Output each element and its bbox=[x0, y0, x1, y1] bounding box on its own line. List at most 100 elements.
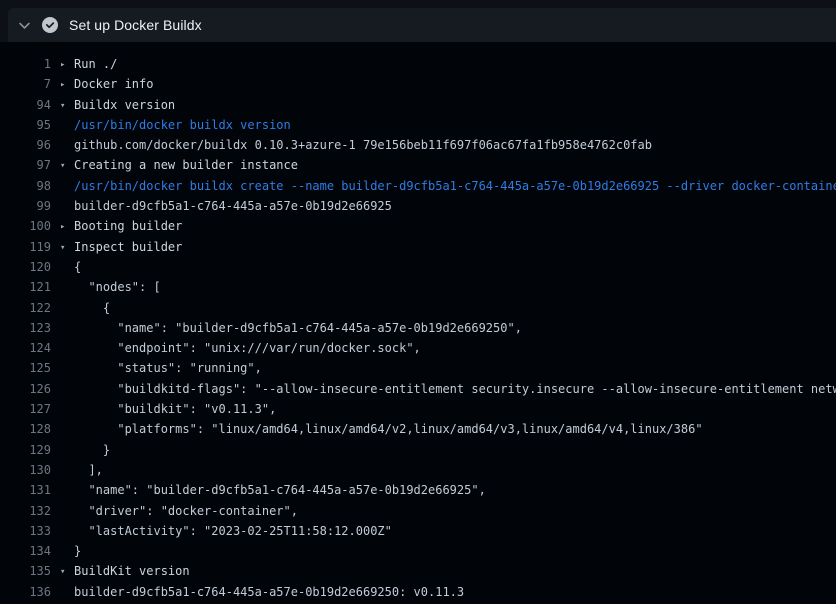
log-output-text: builder-d9cfb5a1-c764-445a-a57e-0b19d2e6… bbox=[60, 196, 392, 216]
log-line: 127 "buildkit": "v0.11.3", bbox=[0, 399, 836, 419]
log-line: 130 ], bbox=[0, 460, 836, 480]
log-line: 129 } bbox=[0, 440, 836, 460]
log-output-text: "name": "builder-d9cfb5a1-c764-445a-a57e… bbox=[60, 480, 486, 500]
step-title: Set up Docker Buildx bbox=[69, 17, 202, 33]
line-number[interactable]: 120 bbox=[0, 257, 51, 277]
log-output-text: { bbox=[60, 257, 81, 277]
line-number[interactable]: 98 bbox=[0, 176, 51, 196]
log-viewer: 1▸Run ./7▸Docker info94▾Buildx version95… bbox=[0, 42, 836, 602]
log-group-label: Buildx version bbox=[74, 98, 175, 112]
log-group-label: Creating a new builder instance bbox=[74, 158, 298, 172]
log-group-header[interactable]: ▸Booting builder bbox=[60, 216, 182, 236]
line-number[interactable]: 132 bbox=[0, 501, 51, 521]
line-number[interactable]: 94 bbox=[0, 95, 51, 115]
log-line: 123 "name": "builder-d9cfb5a1-c764-445a-… bbox=[0, 318, 836, 338]
log-line: 133 "lastActivity": "2023-02-25T11:58:12… bbox=[0, 521, 836, 541]
triangle-down-icon: ▾ bbox=[60, 96, 74, 115]
line-number[interactable]: 1 bbox=[0, 54, 51, 74]
header-band: Set up Docker Buildx bbox=[0, 0, 836, 42]
triangle-down-icon: ▾ bbox=[60, 156, 74, 175]
log-line: 1 ▸Run ./ bbox=[0, 54, 836, 74]
log-line: 100 ▸Booting builder bbox=[0, 216, 836, 236]
line-number[interactable]: 126 bbox=[0, 379, 51, 399]
log-group-label: Run ./ bbox=[74, 57, 117, 71]
log-line: 119 ▾Inspect builder bbox=[0, 237, 836, 257]
triangle-down-icon: ▾ bbox=[60, 238, 74, 257]
line-number[interactable]: 131 bbox=[0, 480, 51, 500]
log-output-text: github.com/docker/buildx 0.10.3+azure-1 … bbox=[60, 135, 652, 155]
line-number[interactable]: 133 bbox=[0, 521, 51, 541]
log-lines: 1▸Run ./7▸Docker info94▾Buildx version95… bbox=[0, 54, 836, 602]
log-output-text: "name": "builder-d9cfb5a1-c764-445a-a57e… bbox=[60, 318, 522, 338]
log-line: 132 "driver": "docker-container", bbox=[0, 501, 836, 521]
log-group-label: Inspect builder bbox=[74, 240, 182, 254]
log-line: 96 github.com/docker/buildx 0.10.3+azure-… bbox=[0, 135, 836, 155]
log-output-text: { bbox=[60, 298, 110, 318]
line-number[interactable]: 125 bbox=[0, 358, 51, 378]
log-line: 94 ▾Buildx version bbox=[0, 95, 836, 115]
line-number[interactable]: 130 bbox=[0, 460, 51, 480]
log-line: 120 { bbox=[0, 257, 836, 277]
triangle-right-icon: ▸ bbox=[60, 75, 74, 94]
log-line: 7 ▸Docker info bbox=[0, 74, 836, 94]
triangle-down-icon: ▾ bbox=[60, 562, 74, 581]
line-number[interactable]: 129 bbox=[0, 440, 51, 460]
log-line: 135 ▾BuildKit version bbox=[0, 561, 836, 581]
log-group-label: Booting builder bbox=[74, 219, 182, 233]
line-number[interactable]: 134 bbox=[0, 541, 51, 561]
log-group-header[interactable]: ▾Inspect builder bbox=[60, 237, 182, 257]
log-line: 131 "name": "builder-d9cfb5a1-c764-445a-… bbox=[0, 480, 836, 500]
check-circle-icon bbox=[42, 17, 58, 33]
log-output-text: } bbox=[60, 440, 110, 460]
log-line: 136 builder-d9cfb5a1-c764-445a-a57e-0b19d… bbox=[0, 582, 836, 602]
line-number[interactable]: 96 bbox=[0, 135, 51, 155]
step-header[interactable]: Set up Docker Buildx bbox=[8, 8, 836, 42]
log-group-header[interactable]: ▾Creating a new builder instance bbox=[60, 155, 298, 175]
triangle-right-icon: ▸ bbox=[60, 55, 74, 74]
line-number[interactable]: 128 bbox=[0, 419, 51, 439]
line-number[interactable]: 119 bbox=[0, 237, 51, 257]
log-output-text: builder-d9cfb5a1-c764-445a-a57e-0b19d2e6… bbox=[60, 582, 464, 602]
log-output-text: "status": "running", bbox=[60, 358, 262, 378]
line-number[interactable]: 7 bbox=[0, 74, 51, 94]
log-line: 97 ▾Creating a new builder instance bbox=[0, 155, 836, 175]
line-number[interactable]: 127 bbox=[0, 399, 51, 419]
log-output-text: "lastActivity": "2023-02-25T11:58:12.000… bbox=[60, 521, 392, 541]
log-output-text: ], bbox=[60, 460, 103, 480]
line-number[interactable]: 136 bbox=[0, 582, 51, 602]
line-number[interactable]: 122 bbox=[0, 298, 51, 318]
line-number[interactable]: 100 bbox=[0, 216, 51, 236]
line-number[interactable]: 97 bbox=[0, 155, 51, 175]
log-line: 134} bbox=[0, 541, 836, 561]
log-line: 95/usr/bin/docker buildx version bbox=[0, 115, 836, 135]
line-number[interactable]: 123 bbox=[0, 318, 51, 338]
log-output-text: "buildkit": "v0.11.3", bbox=[60, 399, 276, 419]
log-line: 125 "status": "running", bbox=[0, 358, 836, 378]
log-group-header[interactable]: ▾Buildx version bbox=[60, 95, 175, 115]
triangle-right-icon: ▸ bbox=[60, 217, 74, 236]
log-line: 124 "endpoint": "unix:///var/run/docker.… bbox=[0, 338, 836, 358]
line-number[interactable]: 95 bbox=[0, 115, 51, 135]
log-line: 99 builder-d9cfb5a1-c764-445a-a57e-0b19d2… bbox=[0, 196, 836, 216]
log-line: 126 "buildkitd-flags": "--allow-insecure… bbox=[0, 379, 836, 399]
log-line: 122 { bbox=[0, 298, 836, 318]
log-group-header[interactable]: ▸Docker info bbox=[60, 74, 153, 94]
log-group-header[interactable]: ▾BuildKit version bbox=[60, 561, 190, 581]
log-output-text: "nodes": [ bbox=[60, 277, 161, 297]
chevron-down-icon[interactable] bbox=[18, 19, 31, 32]
log-line: 128 "platforms": "linux/amd64,linux/amd6… bbox=[0, 419, 836, 439]
line-number[interactable]: 124 bbox=[0, 338, 51, 358]
log-output-text: "driver": "docker-container", bbox=[60, 501, 298, 521]
log-line: 98/usr/bin/docker buildx create --name b… bbox=[0, 176, 836, 196]
line-number[interactable]: 135 bbox=[0, 561, 51, 581]
line-number[interactable]: 121 bbox=[0, 277, 51, 297]
log-output-text: "endpoint": "unix:///var/run/docker.sock… bbox=[60, 338, 421, 358]
log-output-text: "buildkitd-flags": "--allow-insecure-ent… bbox=[60, 379, 836, 399]
log-command-text: /usr/bin/docker buildx version bbox=[60, 115, 291, 135]
line-number[interactable]: 99 bbox=[0, 196, 51, 216]
log-group-header[interactable]: ▸Run ./ bbox=[60, 54, 117, 74]
log-group-label: BuildKit version bbox=[74, 564, 190, 578]
log-output-text: } bbox=[60, 541, 81, 561]
log-output-text: "platforms": "linux/amd64,linux/amd64/v2… bbox=[60, 419, 703, 439]
log-group-label: Docker info bbox=[74, 77, 153, 91]
